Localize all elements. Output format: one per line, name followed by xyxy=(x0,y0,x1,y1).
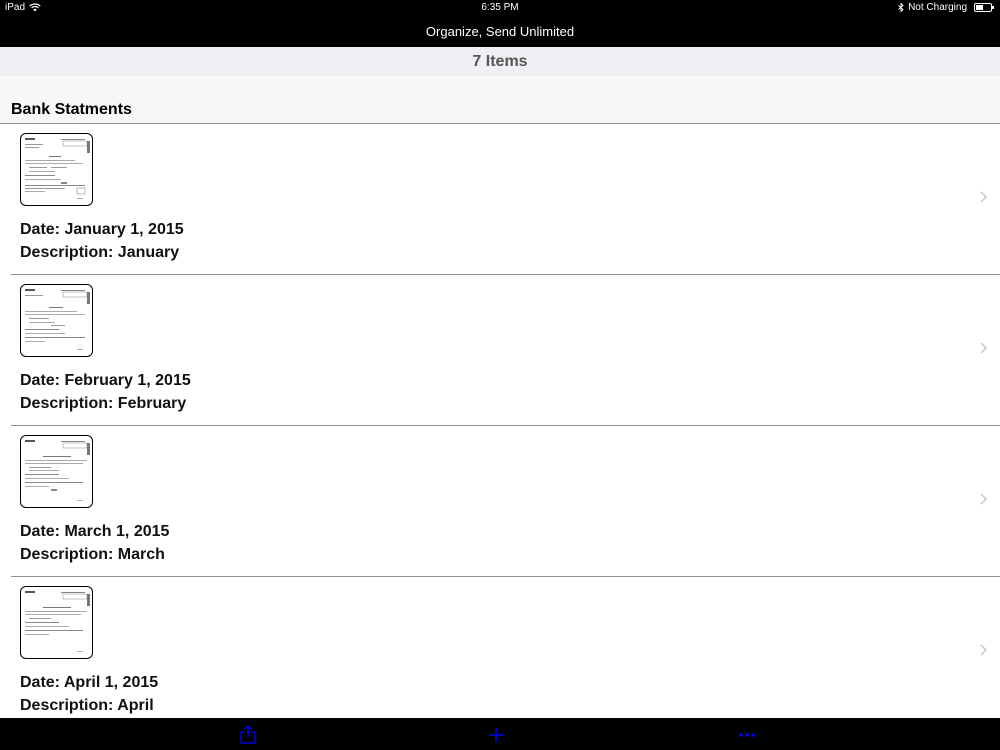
document-thumbnail xyxy=(20,284,93,357)
row-date: Date: March 1, 2015 xyxy=(20,523,170,540)
document-thumbnail xyxy=(20,435,93,508)
list-item[interactable]: Date: March 1, 2015 Description: March xyxy=(11,426,1000,577)
row-description: Description: March xyxy=(20,546,165,563)
list-item[interactable]: Date: January 1, 2015 Description: Janua… xyxy=(11,124,1000,275)
bottom-toolbar xyxy=(0,718,1000,750)
more-icon[interactable] xyxy=(737,725,757,745)
document-icon xyxy=(25,138,90,199)
row-description: Description: April xyxy=(20,697,154,714)
section-title: Bank Statments xyxy=(11,101,132,118)
nav-title: Organize, Send Unlimited xyxy=(425,24,575,39)
row-date: Date: February 1, 2015 xyxy=(20,372,191,389)
section-header: Bank Statments xyxy=(0,76,1000,124)
row-date: Date: January 1, 2015 xyxy=(20,221,184,238)
nav-bar: Organize, Send Unlimited xyxy=(0,16,1000,47)
share-icon[interactable] xyxy=(238,725,258,745)
chevron-right-icon xyxy=(980,342,988,354)
document-icon xyxy=(25,591,90,652)
bluetooth-icon xyxy=(898,3,904,12)
document-thumbnail xyxy=(20,133,93,206)
status-time: 6:35 PM xyxy=(481,2,519,13)
battery-icon xyxy=(974,3,994,12)
row-date: Date: April 1, 2015 xyxy=(20,674,159,691)
chevron-right-icon xyxy=(980,493,988,505)
items-count-label: 7 Items xyxy=(472,53,528,70)
document-icon xyxy=(25,440,90,501)
row-description: Description: February xyxy=(20,395,187,412)
items-count-bar: 7 Items xyxy=(0,47,1000,76)
chevron-right-icon xyxy=(980,191,988,203)
document-thumbnail xyxy=(20,586,93,659)
add-icon[interactable] xyxy=(486,725,506,745)
chevron-right-icon xyxy=(980,644,988,656)
document-icon xyxy=(25,289,90,350)
charging-label: Not Charging xyxy=(908,2,967,13)
status-bar: iPad 6:35 PM Not Charging xyxy=(0,0,1000,16)
list-item[interactable]: Date: February 1, 2015 Description: Febr… xyxy=(11,275,1000,426)
statement-list[interactable]: Date: January 1, 2015 Description: Janua… xyxy=(0,124,1000,718)
list-item[interactable]: Date: April 1, 2015 Description: April xyxy=(11,577,1000,718)
status-right: Not Charging xyxy=(898,2,994,13)
row-description: Description: January xyxy=(20,244,180,261)
